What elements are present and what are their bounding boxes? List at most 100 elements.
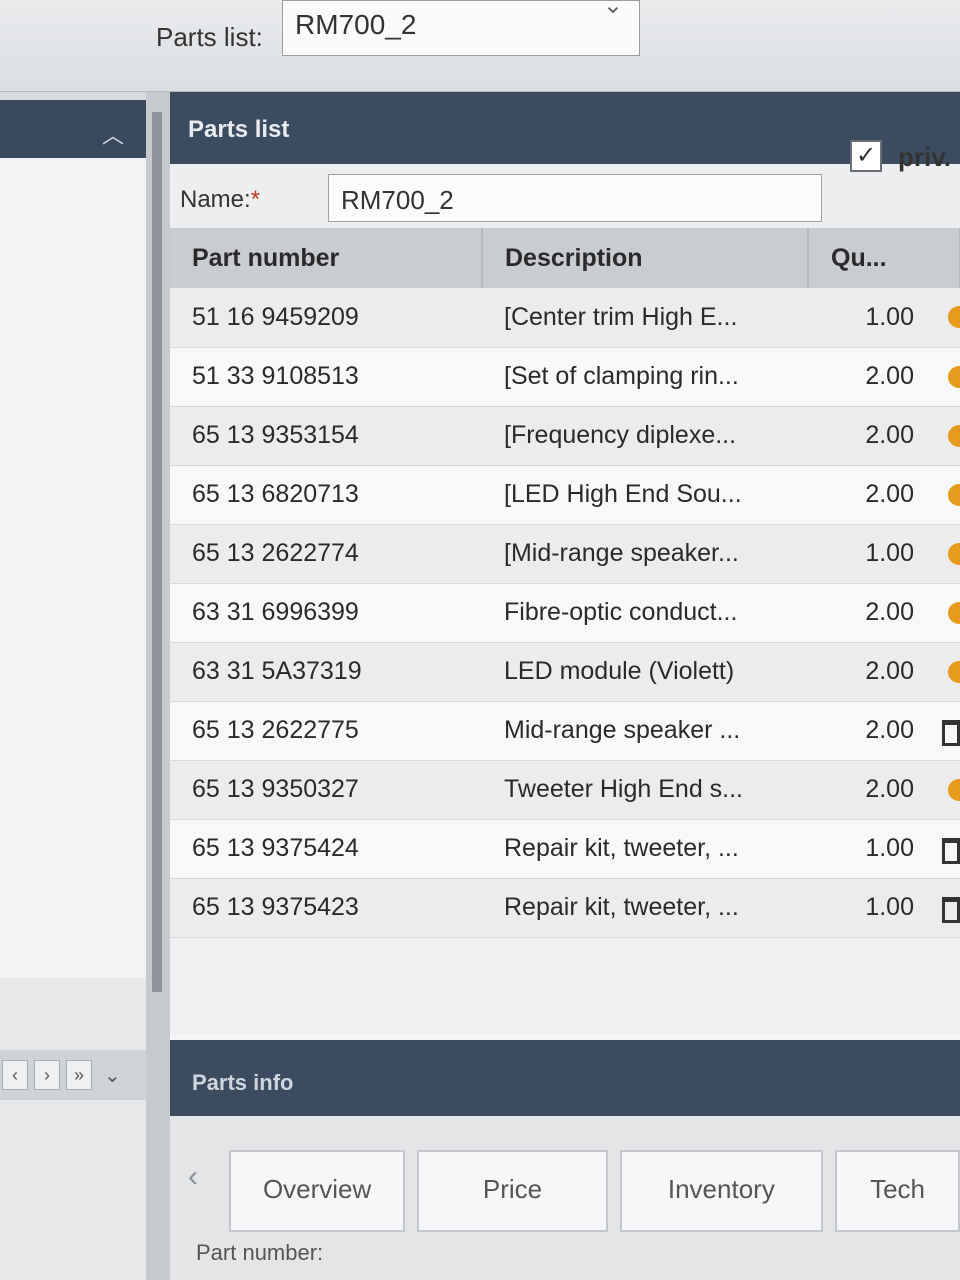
status-dot-icon (948, 542, 960, 565)
status-dot-icon (948, 306, 960, 328)
trash-icon[interactable] (942, 719, 960, 746)
description-cell: Tweeter High End s... (482, 760, 808, 820)
column-header-part-number[interactable]: Part number (170, 228, 483, 288)
left-panel-header: ︿ (0, 100, 146, 158)
grid-empty-area (170, 937, 960, 1034)
table-row[interactable]: 51 33 9108513 [Set of clamping rin... 2.00 (170, 347, 960, 407)
chevron-down-icon[interactable]: ⌄ (104, 1063, 121, 1088)
parts-list-select[interactable]: RM700_2 ⌄ (282, 0, 640, 56)
quantity-value: 2.00 (865, 362, 914, 390)
quantity-value: 2.00 (865, 716, 914, 744)
description-cell: Fibre-optic conduct... (482, 583, 808, 643)
quantity-cell: 2.00 (808, 347, 960, 407)
table-row[interactable]: 65 13 9375424 Repair kit, tweeter, ... 1.0… (170, 819, 960, 879)
previous-page-button[interactable]: ‹ (2, 1060, 28, 1090)
last-page-button[interactable]: » (66, 1060, 92, 1090)
quantity-value: 1.00 (865, 539, 914, 567)
part-number-cell: 65 13 6820713 (170, 465, 482, 525)
description-cell: Repair kit, tweeter, ... (482, 878, 808, 938)
quantity-cell: 1.00 (808, 819, 960, 879)
tab-tech[interactable]: Tech (835, 1150, 960, 1232)
description-cell: [Frequency diplexe... (482, 406, 808, 466)
quantity-value: 2.00 (865, 775, 914, 803)
quantity-cell: 2.00 (808, 760, 960, 820)
parts-list-label: Parts list: (156, 22, 263, 52)
part-number-cell: 65 13 9375424 (170, 819, 482, 879)
table-row[interactable]: 65 13 2622775 Mid-range speaker ... 2.00 (170, 701, 960, 761)
name-input[interactable]: RM700_2 (328, 174, 822, 222)
parts-table: Part number Description Qu... 51 16 9459… (170, 228, 960, 938)
quantity-cell: 2.00 (808, 465, 960, 525)
table-row[interactable]: 65 13 2622774 [Mid-range speaker... 1.00 (170, 524, 960, 584)
description-cell: Mid-range speaker ... (482, 701, 808, 761)
part-number-cell: 65 13 9353154 (170, 406, 482, 466)
table-row[interactable]: 65 13 9353154 [Frequency diplexe... 2.00 (170, 406, 960, 466)
chevron-left-icon[interactable]: ‹ (188, 1150, 217, 1232)
part-number-cell: 63 31 5A37319 (170, 642, 482, 702)
quantity-cell: 2.00 (808, 642, 960, 702)
part-number-cell: 65 13 9375423 (170, 878, 482, 938)
left-panel-body (0, 158, 146, 978)
top-toolbar: Parts list: RM700_2 ⌄ (0, 0, 960, 92)
description-cell: Repair kit, tweeter, ... (482, 819, 808, 879)
tab-overview[interactable]: Overview (228, 1150, 406, 1232)
trash-icon[interactable] (942, 837, 960, 864)
chevron-down-icon[interactable]: ⌄ (603, 0, 623, 20)
splitter-grip[interactable] (152, 112, 162, 992)
parts-list-select-value: RM700_2 (295, 9, 417, 40)
quantity-value: 1.00 (865, 893, 914, 921)
parts-grid: Part number Description Qu... 51 16 9459… (170, 228, 960, 1034)
status-dot-icon (948, 601, 960, 624)
table-row[interactable]: 63 31 5A37319 LED module (Violett) 2.00 (170, 642, 960, 702)
table-row[interactable]: 65 13 9350327 Tweeter High End s... 2.00 (170, 760, 960, 820)
quantity-cell: 1.00 (808, 524, 960, 584)
panel-splitter[interactable] (146, 92, 170, 1280)
left-panel: ︿ ‹ › » ⌄ (0, 100, 146, 1280)
tab-price[interactable]: Price (417, 1150, 608, 1232)
description-cell: [LED High End Sou... (482, 465, 808, 525)
description-cell: LED module (Violett) (482, 642, 808, 702)
part-number-cell: 51 33 9108513 (170, 347, 482, 407)
part-number-cell: 65 13 2622774 (170, 524, 482, 584)
tab-inventory[interactable]: Inventory (619, 1150, 824, 1232)
trash-icon[interactable] (942, 896, 960, 923)
parts-info-title: Parts info (170, 1040, 960, 1116)
priv-checkbox[interactable]: ✓ (850, 140, 882, 172)
part-number-cell: 65 13 9350327 (170, 760, 482, 820)
table-row[interactable]: 63 31 6996399 Fibre-optic conduct... 2.00 (170, 583, 960, 643)
quantity-value: 2.00 (865, 421, 914, 449)
required-marker: * (250, 186, 261, 213)
table-row[interactable]: 65 13 6820713 [LED High End Sou... 2.00 (170, 465, 960, 525)
parts-info-tabs: ‹ Overview Price Inventory Tech (170, 1150, 960, 1232)
status-dot-icon (948, 778, 960, 801)
status-dot-icon (948, 483, 960, 506)
quantity-value: 2.00 (865, 598, 914, 626)
quantity-cell: 2.00 (808, 701, 960, 761)
quantity-cell: 1.00 (808, 288, 960, 348)
chevron-up-icon[interactable]: ︿ (102, 118, 124, 150)
quantity-value: 2.00 (865, 480, 914, 508)
part-number-cell: 65 13 2622775 (170, 701, 482, 761)
name-label: Name:* (180, 186, 261, 213)
quantity-value: 2.00 (865, 657, 914, 685)
part-number-cell: 51 16 9459209 (170, 288, 482, 348)
table-row[interactable]: 65 13 9375423 Repair kit, tweeter, ... 1.0… (170, 878, 960, 938)
part-number-label: Part number: (196, 1240, 324, 1265)
quantity-value: 1.00 (865, 834, 914, 862)
pager: ‹ › » ⌄ (0, 1050, 146, 1100)
status-dot-icon (948, 365, 960, 388)
quantity-cell: 2.00 (808, 406, 960, 466)
part-number-cell: 63 31 6996399 (170, 583, 482, 643)
column-header-description[interactable]: Description (482, 228, 809, 288)
quantity-cell: 1.00 (808, 878, 960, 938)
next-page-button[interactable]: › (34, 1060, 60, 1090)
status-dot-icon (948, 424, 960, 447)
table-row[interactable]: 51 16 9459209 [Center trim High E... 1.00 (170, 288, 960, 348)
priv-label: priv. (898, 142, 951, 172)
panel-title: Parts list (170, 92, 960, 164)
status-dot-icon (948, 660, 960, 683)
description-cell: [Set of clamping rin... (482, 347, 808, 407)
column-header-quantity[interactable]: Qu... (808, 228, 960, 288)
description-cell: [Mid-range speaker... (482, 524, 808, 584)
quantity-value: 1.00 (865, 302, 914, 331)
